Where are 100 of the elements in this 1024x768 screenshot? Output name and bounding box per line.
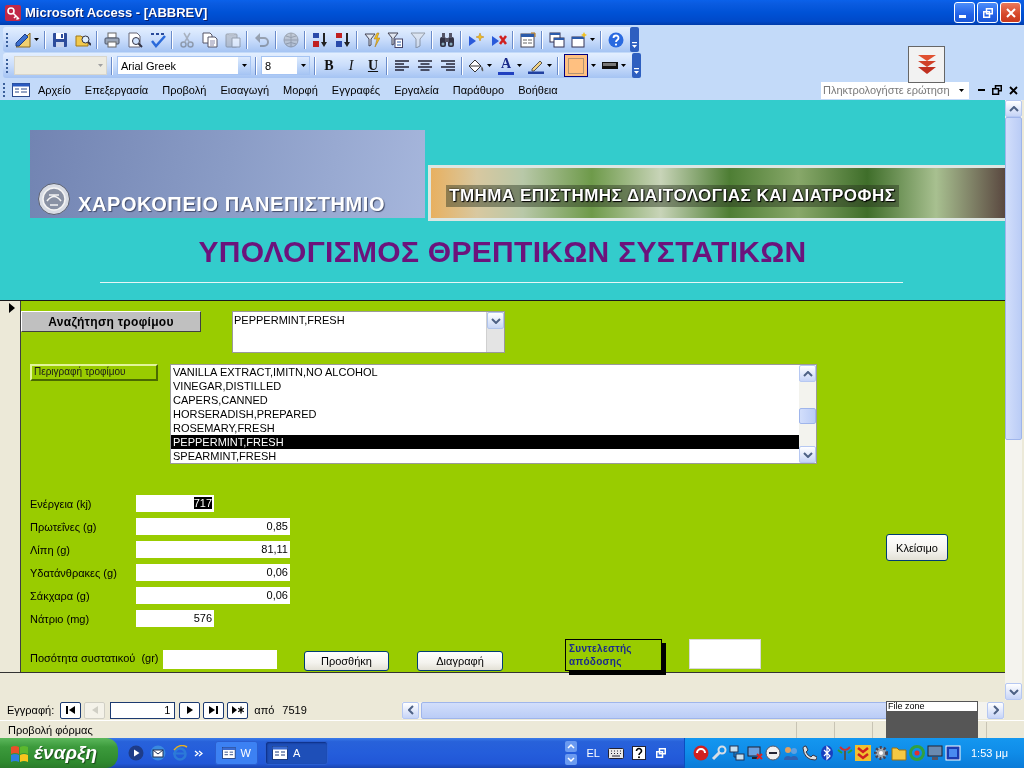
font-dropdown[interactable]: Arial Greek	[117, 56, 251, 75]
bluetooth-icon[interactable]	[819, 745, 835, 761]
font-size-dropdown[interactable]: 8	[261, 56, 310, 75]
scroll-down-button[interactable]	[1005, 683, 1022, 700]
value-field[interactable]: 0,06	[136, 587, 290, 604]
menu-item[interactable]: Εγγραφές	[324, 84, 388, 96]
add-button[interactable]: Προσθήκη	[304, 651, 389, 671]
close-form-button[interactable]: Κλείσιμο	[886, 534, 948, 561]
vertical-scrollbar[interactable]	[1005, 100, 1022, 700]
caret-icon[interactable]	[959, 88, 964, 92]
menu-item[interactable]: Επεξεργασία	[77, 84, 156, 96]
menu-item[interactable]: Εισαγωγή	[213, 84, 277, 96]
close-button[interactable]	[1000, 2, 1021, 23]
underline-button[interactable]: U	[362, 54, 384, 77]
caret-icon[interactable]	[590, 38, 595, 41]
rectangle-icon[interactable]	[602, 62, 618, 69]
wrench-icon[interactable]	[711, 745, 727, 761]
caret-icon[interactable]	[300, 64, 306, 67]
page-magnifier-icon[interactable]	[126, 31, 143, 48]
phone-icon[interactable]	[801, 745, 817, 761]
two-pages-icon[interactable]	[201, 31, 218, 48]
yield-factor-field[interactable]	[689, 639, 761, 669]
close-icon[interactable]	[1009, 85, 1018, 95]
list-item[interactable]: SPEARMINT,FRESH	[171, 449, 799, 463]
funnel-lightning-icon[interactable]	[363, 31, 380, 48]
caret-icon[interactable]	[621, 64, 626, 67]
scroll-up-button[interactable]	[799, 365, 816, 382]
list-scrollbar[interactable]	[799, 365, 816, 463]
toolbar-options-icon[interactable]	[632, 53, 641, 78]
value-field[interactable]: 81,11	[136, 541, 290, 558]
caret-icon[interactable]	[591, 64, 596, 67]
keyboard-icon[interactable]	[608, 747, 624, 759]
caret-icon[interactable]	[547, 64, 552, 67]
menu-item[interactable]: Παράθυρο	[445, 84, 512, 96]
window-sparkle-icon[interactable]	[571, 31, 587, 48]
restore-icon[interactable]	[992, 85, 1002, 95]
scroll-up-button[interactable]	[1005, 100, 1022, 117]
floating-button[interactable]	[908, 46, 945, 83]
menu-item[interactable]: Προβολή	[155, 84, 214, 96]
value-field[interactable]: 717	[136, 495, 214, 512]
envelope-globe-icon[interactable]	[150, 745, 166, 761]
form-icon[interactable]	[12, 83, 30, 97]
minus-circle-icon[interactable]	[765, 745, 781, 761]
scroll-right-button[interactable]	[987, 701, 1004, 719]
food-search-dropdown[interactable]: PEPPERMINT,FRESH	[232, 311, 505, 353]
sort-ascending-icon[interactable]	[311, 31, 328, 48]
ring-dot-icon[interactable]	[909, 745, 925, 761]
italic-button[interactable]: I	[340, 54, 362, 77]
stacked-windows-icon[interactable]	[548, 31, 565, 48]
next-record-button[interactable]	[179, 701, 201, 719]
search-food-button[interactable]: Αναζήτηση τροφίμου	[21, 311, 201, 332]
toolbar-options-icon[interactable]	[630, 27, 639, 52]
list-item[interactable]: VANILLA EXTRACT,IMITN,NO ALCOHOL	[171, 365, 799, 379]
caret-icon[interactable]	[517, 64, 522, 67]
caret-icon[interactable]	[34, 38, 39, 41]
taskbar-button[interactable]: A	[265, 741, 328, 765]
start-button[interactable]: έναρξη	[0, 738, 118, 768]
last-record-button[interactable]	[203, 701, 225, 719]
nested-squares-icon[interactable]	[945, 745, 961, 761]
ruler-pencil-icon[interactable]	[15, 31, 31, 48]
align-left-icon[interactable]	[394, 60, 409, 71]
list-item[interactable]: HORSERADISH,PREPARED	[171, 407, 799, 421]
funnel-form-icon[interactable]	[386, 31, 403, 48]
bold-button[interactable]: B	[318, 54, 340, 77]
chevron-tile-icon[interactable]	[855, 745, 871, 761]
font-color-button[interactable]: A	[498, 56, 514, 75]
list-item[interactable]: ROSEMARY,FRESH	[171, 421, 799, 435]
binoculars-icon[interactable]	[438, 31, 455, 48]
monitor-cross-icon[interactable]	[747, 745, 763, 761]
scroll-left-button[interactable]	[402, 701, 419, 719]
restore-button[interactable]	[977, 2, 998, 23]
list-item[interactable]: CAPERS,CANNED	[171, 393, 799, 407]
scroll-down-button[interactable]	[799, 446, 816, 463]
new-record-button[interactable]	[227, 701, 249, 719]
swirl-circle-icon[interactable]	[693, 745, 709, 761]
arrow-star-icon[interactable]	[467, 31, 484, 48]
paint-bucket-icon[interactable]	[468, 57, 484, 74]
language-indicator[interactable]: EL	[586, 747, 600, 759]
align-center-icon[interactable]	[417, 60, 432, 71]
caret-icon[interactable]	[241, 64, 247, 67]
align-right-icon[interactable]	[440, 60, 455, 71]
scrollbar-thumb[interactable]	[799, 408, 816, 424]
caret-icon[interactable]	[487, 64, 492, 67]
first-record-button[interactable]	[60, 701, 82, 719]
quantity-field[interactable]	[163, 650, 277, 669]
network-icon[interactable]	[729, 745, 745, 761]
check-mark-icon[interactable]	[149, 31, 166, 48]
border-button[interactable]	[564, 54, 588, 77]
play-disc-icon[interactable]	[128, 745, 144, 761]
ask-question-field[interactable]: Πληκτρολογήστε ερώτηση	[821, 81, 969, 99]
menu-item[interactable]: Εργαλεία	[387, 84, 446, 96]
value-field[interactable]: 0,06	[136, 564, 290, 581]
printer-icon[interactable]	[103, 31, 120, 48]
property-sheet-icon[interactable]	[519, 31, 536, 48]
value-field[interactable]: 0,85	[136, 518, 290, 535]
minimize-button[interactable]	[954, 2, 975, 23]
value-field[interactable]: 576	[136, 610, 214, 627]
record-number-field[interactable]: 1	[110, 701, 176, 719]
list-item[interactable]: PEPPERMINT,FRESH	[171, 435, 799, 449]
taskbar-button[interactable]: W	[215, 741, 258, 765]
